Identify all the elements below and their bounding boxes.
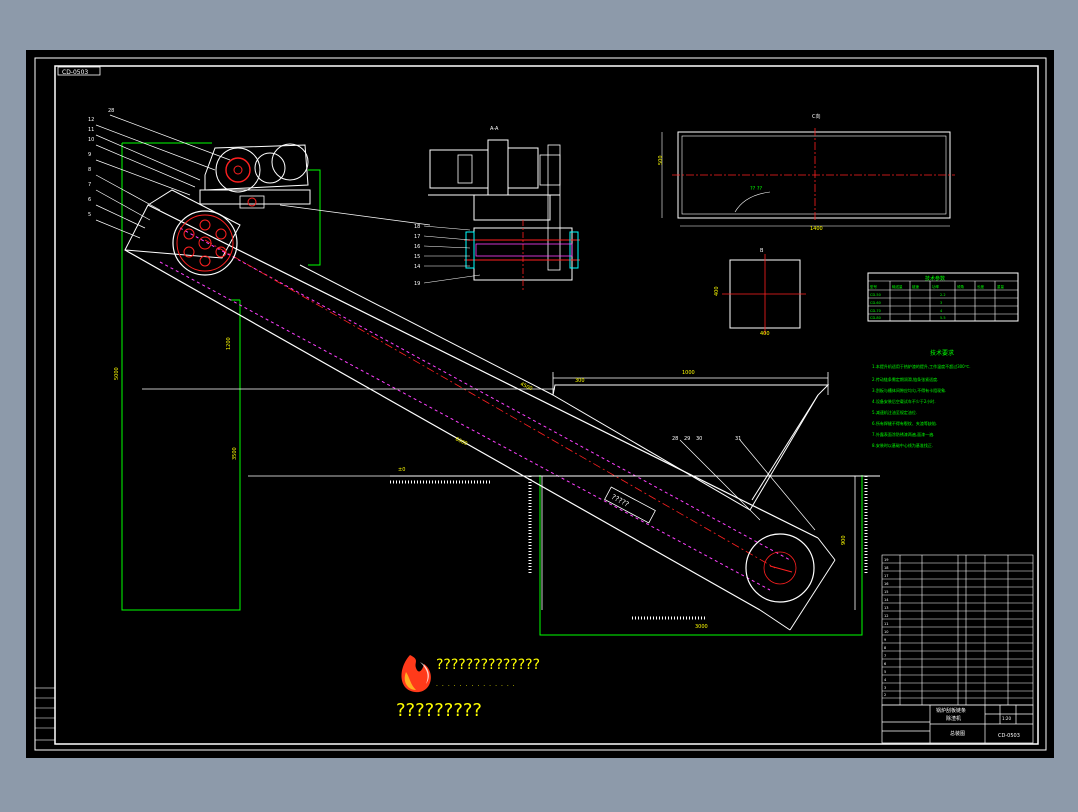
svg-text:8: 8	[88, 167, 91, 173]
svg-text:9: 9	[884, 638, 886, 642]
tech-line: 2.传动链条需定期润滑,链条张紧适度.	[872, 376, 938, 382]
svg-text:500: 500	[658, 155, 664, 165]
tech-line: 4.设备安装后空载试车不少于2小时.	[872, 398, 936, 404]
svg-text:1000: 1000	[682, 370, 695, 376]
svg-text:1400: 1400	[810, 226, 823, 232]
svg-text:9: 9	[88, 152, 91, 158]
svg-text:28: 28	[672, 436, 678, 442]
svg-text:7: 7	[88, 182, 91, 188]
svg-text:30: 30	[696, 436, 702, 442]
svg-text:11: 11	[88, 127, 94, 133]
svg-text:16: 16	[884, 582, 888, 586]
svg-text:6: 6	[88, 197, 91, 203]
svg-text:14: 14	[884, 598, 889, 602]
svg-text:400: 400	[760, 331, 770, 337]
svg-text:19: 19	[884, 558, 888, 562]
svg-text:±0: ±0	[398, 467, 405, 473]
svg-text:CD-50: CD-50	[870, 293, 881, 297]
svg-text:重量: 重量	[997, 284, 1005, 289]
svg-text:长度: 长度	[977, 284, 985, 289]
svg-text:15: 15	[414, 254, 420, 260]
svg-text:倾角: 倾角	[957, 284, 965, 289]
tech-line: 1.本提升机适用于热炉渣的提升,工作温度不超过300℃.	[872, 363, 971, 369]
svg-text:型号: 型号	[870, 284, 878, 289]
svg-text:18: 18	[884, 566, 888, 570]
svg-text:8: 8	[884, 646, 886, 650]
svg-text:13: 13	[884, 606, 888, 610]
cad-viewport[interactable]: CD-0503 12 11 10 9 8 7 6 5 28 28 29 30 3…	[0, 0, 1078, 808]
logo-dots: ..............	[436, 681, 519, 688]
logo-text-line1: ??????????????	[436, 657, 540, 673]
svg-text:400: 400	[714, 286, 720, 296]
svg-text:10: 10	[88, 137, 94, 143]
title-name-line2: 除渣机	[946, 715, 961, 722]
svg-text:CD-80: CD-80	[870, 316, 881, 320]
svg-text:输送量: 输送量	[892, 284, 903, 289]
tech-line: 8.安装时以基础中心线为基准找正.	[872, 442, 933, 448]
tech-line: 7.外露表面涂防锈漆两遍,面漆一遍.	[872, 431, 934, 437]
svg-text:11: 11	[884, 622, 888, 626]
section-aa-label: A-A	[490, 126, 499, 132]
svg-text:12: 12	[884, 614, 888, 618]
svg-text:5: 5	[884, 670, 886, 674]
svg-text:CD-70: CD-70	[870, 309, 881, 313]
drawing-code: CD-0503	[62, 69, 88, 76]
logo-text-line2: ?????????	[396, 700, 482, 721]
svg-text:19: 19	[414, 281, 420, 287]
svg-text:链速: 链速	[912, 284, 920, 289]
svg-text:28: 28	[108, 108, 114, 114]
svg-text:2: 2	[884, 693, 886, 697]
svg-text:5: 5	[88, 212, 91, 218]
svg-text:15: 15	[884, 590, 888, 594]
title-sheet: 总装图	[950, 730, 965, 737]
tech-line: 6.所有焊缝不得有裂纹、夹渣等缺陷.	[872, 420, 937, 426]
svg-text:12: 12	[88, 117, 94, 123]
tech-title: 技术要求	[930, 349, 954, 357]
svg-text:?? ??: ?? ??	[750, 186, 763, 192]
view-c-label: C向	[812, 113, 821, 120]
svg-text:2.2: 2.2	[940, 293, 946, 297]
title-scale: 1:20	[1002, 716, 1011, 721]
svg-text:18: 18	[414, 224, 420, 230]
svg-text:14: 14	[414, 264, 420, 270]
svg-text:3000: 3000	[695, 624, 708, 630]
svg-text:29: 29	[684, 436, 690, 442]
param-table-title: 技术参数	[925, 275, 945, 282]
title-name-line1: 锅炉刮板链条	[936, 707, 966, 714]
svg-text:3500: 3500	[232, 447, 238, 460]
svg-text:7: 7	[884, 654, 886, 658]
svg-text:16: 16	[414, 244, 420, 250]
svg-text:3: 3	[940, 301, 942, 305]
title-drawing-no: CD-0503	[998, 733, 1020, 739]
svg-text:17: 17	[414, 234, 420, 240]
svg-text:3: 3	[884, 686, 886, 690]
svg-text:900: 900	[841, 535, 847, 545]
svg-text:6: 6	[884, 662, 886, 666]
view-b-label: B	[760, 248, 764, 254]
svg-text:31: 31	[735, 436, 741, 442]
svg-text:CD-60: CD-60	[870, 301, 881, 305]
svg-text:17: 17	[884, 574, 888, 578]
tech-line: 3.刮板与槽体间隙应均匀,不得有卡阻现象.	[872, 387, 946, 393]
cad-drawing: CD-0503 121110 987 65 28 28 29 30 31 500…	[26, 50, 1054, 758]
svg-text:5000: 5000	[114, 367, 120, 380]
svg-text:5.5: 5.5	[940, 316, 946, 320]
svg-text:300: 300	[575, 378, 585, 384]
svg-text:功率: 功率	[932, 284, 940, 289]
svg-text:10: 10	[884, 630, 888, 634]
tech-line: 5.减速机注油至规定油位.	[872, 409, 917, 415]
svg-text:1200: 1200	[226, 337, 232, 350]
